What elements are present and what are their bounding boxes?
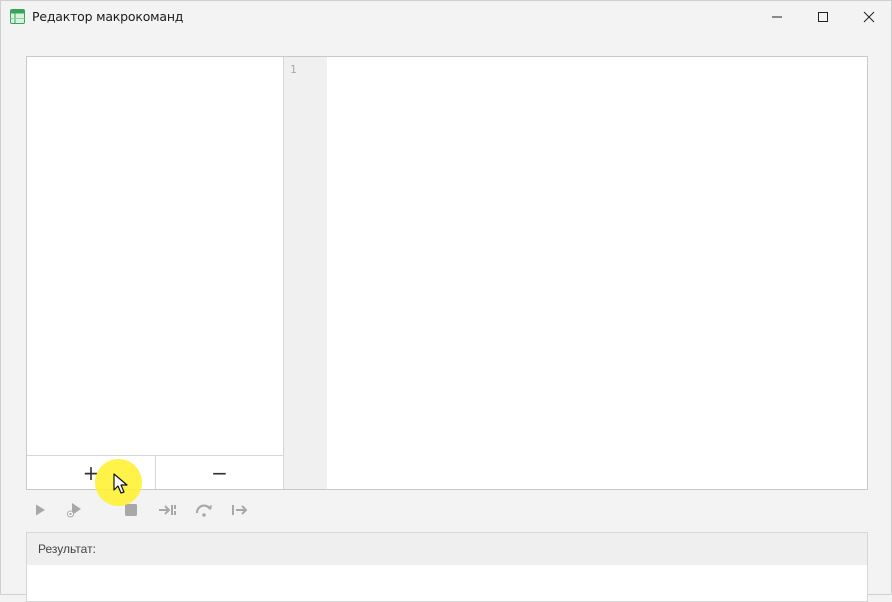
- minimize-button[interactable]: [754, 1, 800, 32]
- macro-editor-window: Редактор макрокоманд + − 1 Результат:: [0, 0, 892, 602]
- maximize-button[interactable]: [800, 1, 846, 32]
- debug-run-icon: [67, 503, 81, 518]
- result-panel: Результат:: [26, 532, 868, 602]
- debug-run-button[interactable]: [62, 497, 88, 523]
- minimize-icon: [772, 16, 782, 17]
- line-number-gutter: 1: [284, 57, 327, 489]
- step-out-button[interactable]: [227, 497, 253, 523]
- step-out-icon: [232, 505, 248, 515]
- play-icon: [36, 504, 45, 516]
- close-button[interactable]: [846, 1, 892, 32]
- step-into-button[interactable]: [155, 497, 181, 523]
- table-icon: [10, 9, 25, 24]
- step-over-button[interactable]: [191, 497, 217, 523]
- run-button[interactable]: [27, 497, 53, 523]
- macro-list-footer: + −: [27, 455, 283, 489]
- title-bar[interactable]: Редактор макрокоманд: [1, 1, 891, 32]
- step-over-icon: [195, 504, 212, 517]
- close-icon: [863, 11, 875, 22]
- editor-frame: + − 1: [26, 56, 868, 490]
- macro-list[interactable]: + −: [27, 57, 284, 489]
- result-label: Результат:: [27, 533, 867, 565]
- stop-icon: [125, 504, 137, 516]
- code-editor[interactable]: [327, 57, 867, 489]
- maximize-icon: [818, 11, 828, 22]
- window-title: Редактор макрокоманд: [32, 9, 184, 24]
- remove-macro-button[interactable]: −: [155, 456, 283, 489]
- step-into-icon: [159, 505, 176, 515]
- line-number: 1: [290, 63, 297, 76]
- debug-toolbar: [26, 497, 286, 523]
- mouse-pointer-icon: [113, 473, 128, 494]
